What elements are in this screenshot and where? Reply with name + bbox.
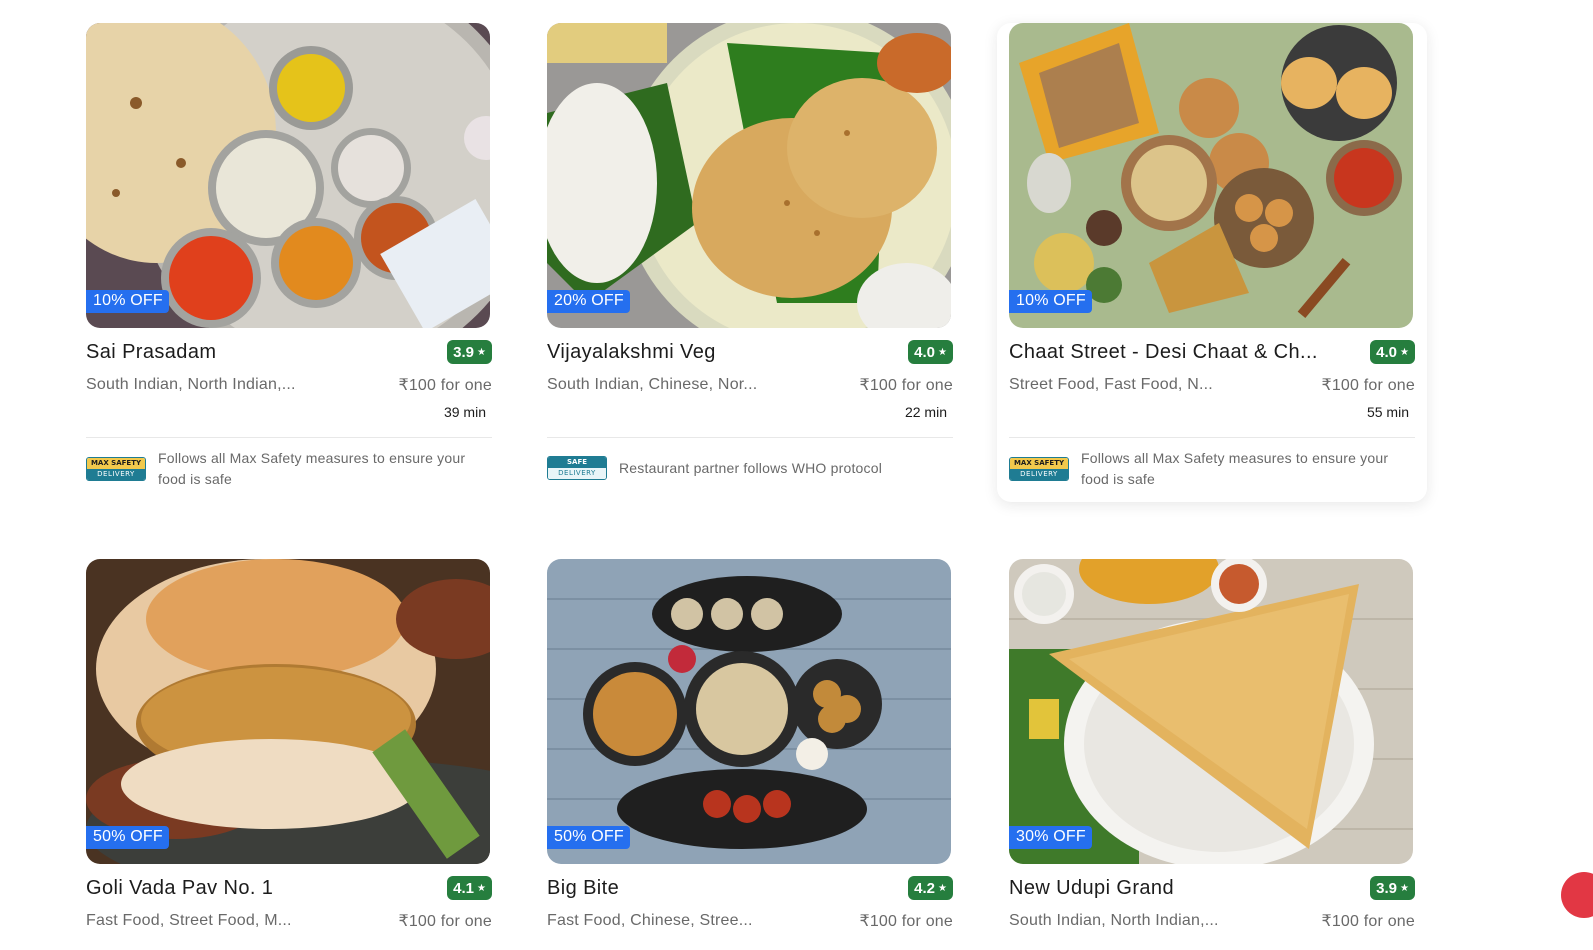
cuisine-list: Street Food, Fast Food, N...: [1009, 376, 1213, 393]
restaurant-card-vijayalakshmi-veg[interactable]: 20% OFF Vijayalakshmi Veg 4.0 ★ South In…: [535, 23, 965, 488]
cuisine-list: South Indian, North Indian,...: [86, 376, 296, 393]
restaurant-card-new-udupi-grand[interactable]: 30% OFF New Udupi Grand 3.9 ★ South Indi…: [997, 559, 1427, 932]
rating-badge: 4.0 ★: [908, 340, 953, 364]
restaurant-name[interactable]: Vijayalakshmi Veg: [547, 341, 716, 364]
star-icon: ★: [938, 346, 947, 358]
divider: [86, 437, 492, 438]
rating-value: 3.9: [1376, 879, 1398, 897]
cuisine-list: South Indian, Chinese, Nor...: [547, 376, 758, 393]
offer-badge: 10% OFF: [1009, 290, 1092, 313]
restaurant-name[interactable]: New Udupi Grand: [1009, 877, 1174, 900]
restaurant-image[interactable]: 50% OFF: [86, 559, 490, 864]
price-for-one: ₹100 for one: [1321, 913, 1415, 930]
star-icon: ★: [477, 882, 486, 894]
star-icon: ★: [1400, 346, 1409, 358]
restaurant-name[interactable]: Goli Vada Pav No. 1: [86, 877, 273, 900]
rating-value: 4.2: [914, 879, 936, 897]
price-for-one: ₹100 for one: [859, 913, 953, 930]
rating-badge: 4.0 ★: [1370, 340, 1415, 364]
safe-delivery-icon: SAFE DELIVERY: [547, 456, 607, 480]
restaurant-image[interactable]: 20% OFF: [547, 23, 951, 328]
safety-badge-top: MAX SAFETY: [87, 458, 145, 469]
restaurant-image[interactable]: 30% OFF: [1009, 559, 1413, 864]
restaurant-card-big-bite[interactable]: 50% OFF Big Bite 4.2 ★ Fast Food, Chines…: [535, 559, 965, 932]
offer-badge: 50% OFF: [86, 826, 169, 849]
safety-badge-top: SAFE: [548, 457, 606, 468]
safety-info: MAX SAFETY DELIVERY Follows all Max Safe…: [1009, 448, 1415, 490]
price-for-one: ₹100 for one: [859, 377, 953, 394]
floating-action-button[interactable]: [1561, 872, 1593, 918]
delivery-time: 22 min: [904, 404, 947, 420]
max-safety-delivery-icon: MAX SAFETY DELIVERY: [86, 457, 146, 481]
cuisine-list: South Indian, North Indian,...: [1009, 912, 1219, 929]
restaurant-image[interactable]: 50% OFF: [547, 559, 951, 864]
restaurant-grid: 10% OFF Sai Prasadam 3.9 ★ South Indian,…: [0, 0, 1593, 950]
restaurant-name[interactable]: Sai Prasadam: [86, 341, 216, 364]
safety-text: Follows all Max Safety measures to ensur…: [158, 450, 466, 487]
rating-badge: 4.1 ★: [447, 876, 492, 900]
price-for-one: ₹100 for one: [398, 913, 492, 930]
delivery-time: 39 min: [443, 404, 486, 420]
safety-badge-bottom: DELIVERY: [87, 469, 145, 480]
divider: [1009, 437, 1415, 438]
restaurant-card-sai-prasadam[interactable]: 10% OFF Sai Prasadam 3.9 ★ South Indian,…: [74, 23, 504, 490]
restaurant-name[interactable]: Big Bite: [547, 877, 619, 900]
safety-badge-bottom: DELIVERY: [1010, 469, 1068, 480]
star-icon: ★: [938, 882, 947, 894]
safety-text: Follows all Max Safety measures to ensur…: [1081, 450, 1389, 487]
price-for-one: ₹100 for one: [1321, 377, 1415, 394]
safety-info: MAX SAFETY DELIVERY Follows all Max Safe…: [86, 448, 492, 490]
price-for-one: ₹100 for one: [398, 377, 492, 394]
restaurant-image[interactable]: 10% OFF: [1009, 23, 1413, 328]
delivery-time: 55 min: [1366, 404, 1409, 420]
cuisine-list: Fast Food, Chinese, Stree...: [547, 912, 753, 929]
restaurant-card-goli-vada-pav[interactable]: 50% OFF Goli Vada Pav No. 1 4.1 ★ Fast F…: [74, 559, 504, 932]
star-icon: ★: [477, 346, 486, 358]
safety-badge-bottom: DELIVERY: [548, 468, 606, 479]
offer-badge: 20% OFF: [547, 290, 630, 313]
rating-value: 4.1: [453, 879, 475, 897]
restaurant-card-chaat-street[interactable]: 10% OFF Chaat Street - Desi Chaat & Ch..…: [997, 23, 1427, 502]
rating-badge: 3.9 ★: [447, 340, 492, 364]
rating-value: 4.0: [914, 343, 936, 361]
offer-badge: 30% OFF: [1009, 826, 1092, 849]
offer-badge: 50% OFF: [547, 826, 630, 849]
safety-info: SAFE DELIVERY Restaurant partner follows…: [547, 448, 953, 488]
divider: [547, 437, 953, 438]
rating-value: 3.9: [453, 343, 475, 361]
restaurant-name[interactable]: Chaat Street - Desi Chaat & Ch...: [1009, 341, 1318, 364]
safety-badge-top: MAX SAFETY: [1010, 458, 1068, 469]
offer-badge: 10% OFF: [86, 290, 169, 313]
restaurant-image[interactable]: 10% OFF: [86, 23, 490, 328]
max-safety-delivery-icon: MAX SAFETY DELIVERY: [1009, 457, 1069, 481]
rating-badge: 3.9 ★: [1370, 876, 1415, 900]
rating-value: 4.0: [1376, 343, 1398, 361]
star-icon: ★: [1400, 882, 1409, 894]
rating-badge: 4.2 ★: [908, 876, 953, 900]
cuisine-list: Fast Food, Street Food, M...: [86, 912, 292, 929]
safety-text: Restaurant partner follows WHO protocol: [619, 459, 883, 476]
